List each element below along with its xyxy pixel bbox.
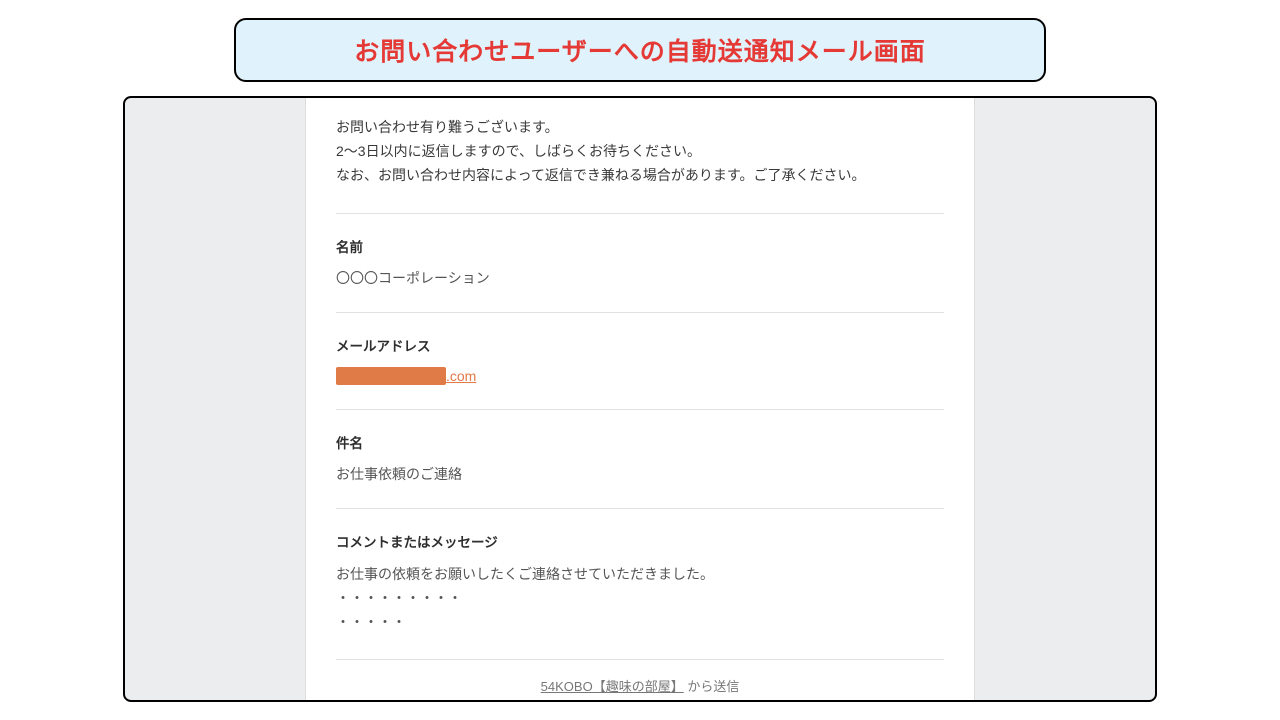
- message-value: お仕事の依頼をお願いしたくご連絡させていただきました。 ・・・・・・・・・ ・・…: [336, 563, 944, 634]
- intro-text: お問い合わせ有り難うございます。 2～3日以内に返信しますので、しばらくお待ちく…: [336, 116, 944, 187]
- message-line: ・・・・・・・・・: [336, 587, 944, 611]
- message-label: コメントまたはメッセージ: [336, 531, 944, 551]
- page-title: お問い合わせユーザーへの自動送通知メール画面: [260, 32, 1020, 68]
- message-line: お仕事の依頼をお願いしたくご連絡させていただきました。: [336, 563, 944, 587]
- email-content: お問い合わせ有り難うございます。 2～3日以内に返信しますので、しばらくお待ちく…: [305, 98, 975, 700]
- message-line: ・・・・・: [336, 611, 944, 635]
- intro-line: なお、お問い合わせ内容によって返信でき兼ねる場合があります。ご了承ください。: [336, 164, 944, 188]
- name-section: 名前 〇〇〇コーポレーション: [336, 213, 944, 312]
- subject-label: 件名: [336, 432, 944, 452]
- email-footer: 54KOBO【趣味の部屋】 から送信: [336, 659, 944, 695]
- email-window: お問い合わせ有り難うございます。 2～3日以内に返信しますので、しばらくお待ちく…: [123, 96, 1157, 702]
- name-label: 名前: [336, 236, 944, 256]
- intro-line: お問い合わせ有り難うございます。: [336, 116, 944, 140]
- email-value-row: .com: [336, 367, 944, 385]
- footer-link[interactable]: 54KOBO【趣味の部屋】: [541, 679, 684, 694]
- email-section: メールアドレス .com: [336, 312, 944, 409]
- footer-suffix: から送信: [684, 679, 740, 694]
- name-value: 〇〇〇コーポレーション: [336, 268, 944, 288]
- subject-section: 件名 お仕事依頼のご連絡: [336, 409, 944, 508]
- email-label: メールアドレス: [336, 335, 944, 355]
- subject-value: お仕事依頼のご連絡: [336, 464, 944, 484]
- message-section: コメントまたはメッセージ お仕事の依頼をお願いしたくご連絡させていただきました。…: [336, 508, 944, 658]
- email-link-suffix[interactable]: .com: [446, 368, 476, 384]
- intro-line: 2～3日以内に返信しますので、しばらくお待ちください。: [336, 140, 944, 164]
- redacted-block: [336, 367, 446, 385]
- header-banner: お問い合わせユーザーへの自動送通知メール画面: [234, 18, 1046, 82]
